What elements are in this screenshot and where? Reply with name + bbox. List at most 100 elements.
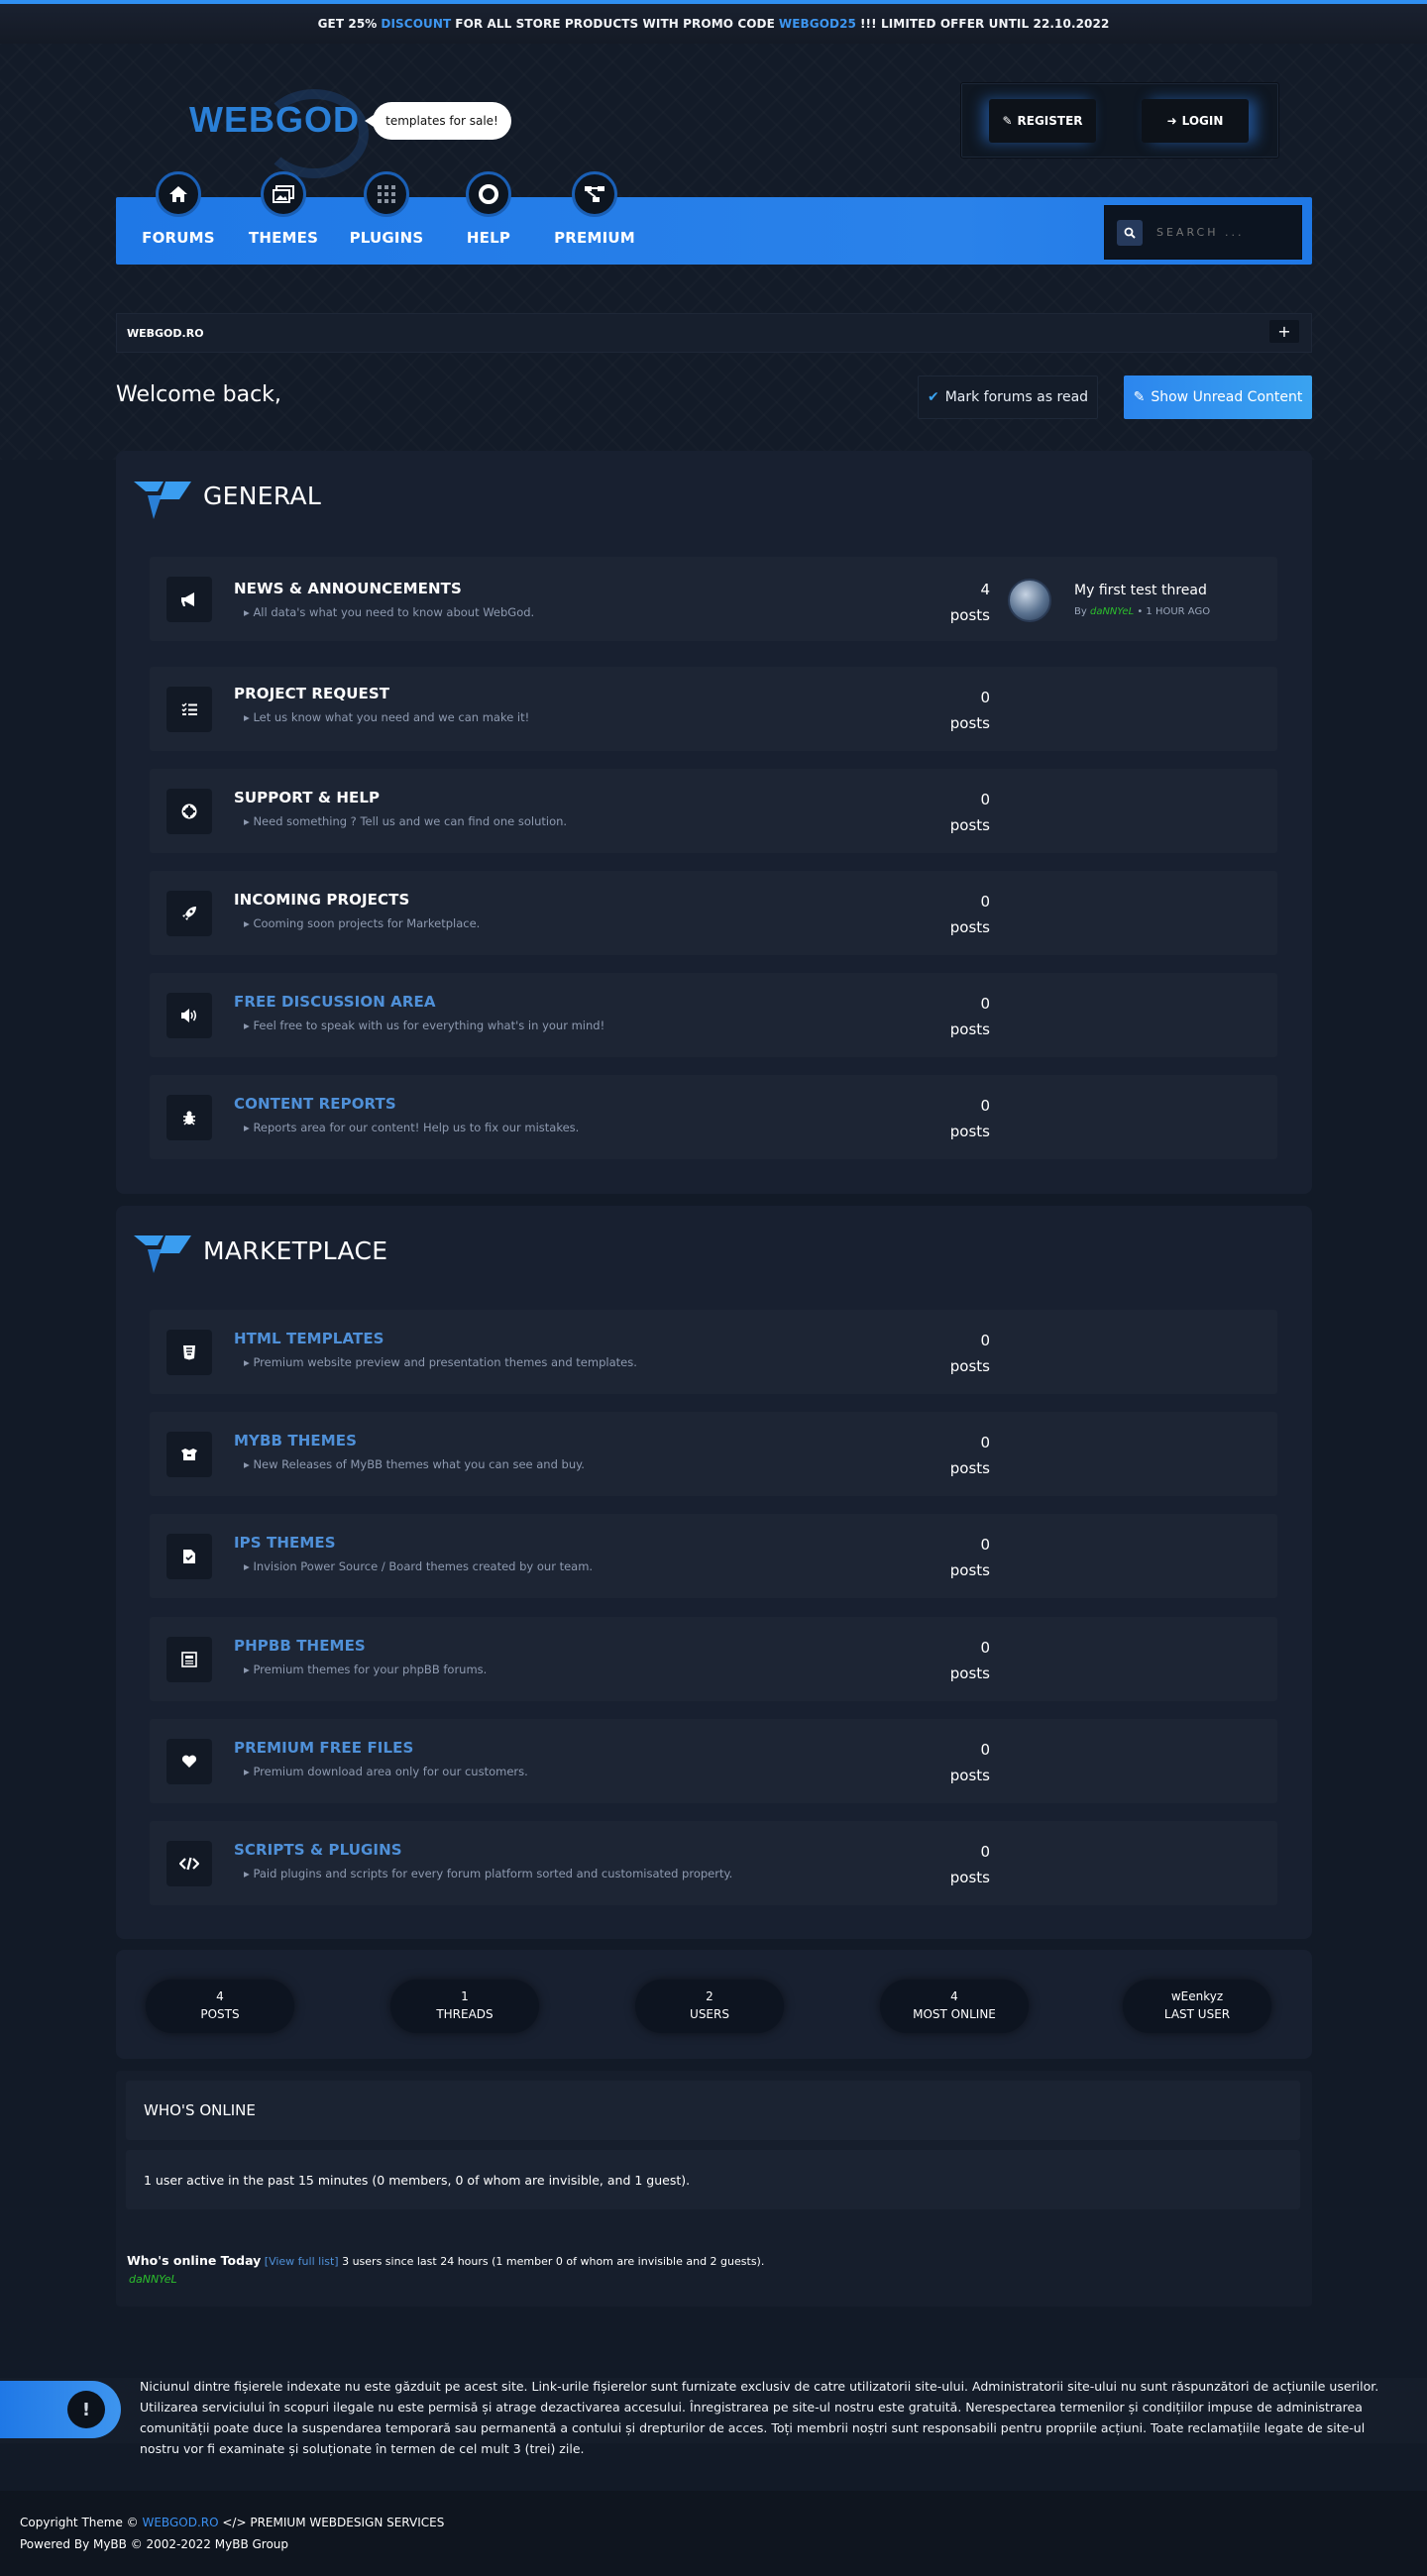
forum-row: IPS THEMES Invision Power Source / Board…: [150, 1514, 1277, 1598]
sitemap-icon: [572, 171, 617, 217]
count-unit: posts: [949, 816, 990, 834]
forum-description: Invision Power Source / Board themes cre…: [244, 1559, 593, 1573]
category-title[interactable]: GENERAL: [203, 482, 321, 510]
support-icon: [166, 789, 212, 834]
count-value: 0: [980, 1097, 990, 1115]
nav-label: PREMIUM: [554, 229, 635, 247]
last-post-by: By: [1074, 606, 1087, 617]
forum-title-link[interactable]: PROJECT REQUEST: [234, 685, 389, 702]
forum-title-link[interactable]: MYBB THEMES: [234, 1432, 357, 1449]
stat-value[interactable]: wEenkyz: [1123, 1987, 1271, 2005]
login-button[interactable]: ➜ LOGIN: [1142, 99, 1249, 143]
forum-post-count: 0 posts: [903, 1328, 990, 1379]
count-unit: posts: [949, 1767, 990, 1784]
last-post-meta: By daNNYeL • 1 HOUR AGO: [1074, 606, 1210, 617]
nav-label: PLUGINS: [349, 229, 424, 247]
forum-row: INCOMING PROJECTS Cooming soon projects …: [150, 871, 1277, 955]
forum-post-count: 0 posts: [903, 1430, 990, 1481]
lifebuoy-icon: [466, 171, 511, 217]
forum-title-link[interactable]: CONTENT REPORTS: [234, 1095, 396, 1113]
forum-title-link[interactable]: PREMIUM FREE FILES: [234, 1739, 413, 1757]
breadcrumb-home-link[interactable]: WEBGOD.RO: [127, 327, 204, 340]
category-title[interactable]: MARKETPLACE: [203, 1236, 387, 1265]
last-post-link[interactable]: My first test thread: [1074, 583, 1207, 598]
mark-forums-read-button[interactable]: ✔ Mark forums as read: [918, 376, 1098, 419]
view-full-list-link[interactable]: View full list: [269, 2255, 334, 2268]
forum-post-count: 0 posts: [903, 991, 990, 1042]
forum-title-link[interactable]: SUPPORT & HELP: [234, 789, 380, 806]
box-icon: [166, 1432, 212, 1477]
forum-title-link[interactable]: PHPBB THEMES: [234, 1637, 366, 1655]
last-post-user[interactable]: daNNYeL: [1090, 606, 1134, 617]
nav-item-forums[interactable]: FORUMS: [129, 171, 228, 247]
forum-description: Need something ? Tell us and we can find…: [244, 814, 567, 828]
category-logo-icon: [132, 478, 191, 525]
forum-post-count: 0 posts: [903, 1839, 990, 1890]
count-value: 0: [980, 689, 990, 706]
speaker-icon: [166, 993, 212, 1038]
forum-description: Cooming soon projects for Marketplace.: [244, 916, 480, 930]
code-icon: [166, 1841, 212, 1886]
nav-item-themes[interactable]: THEMES: [234, 171, 333, 247]
forum-row: HTML TEMPLATES Premium website preview a…: [150, 1310, 1277, 1394]
forum-title-link[interactable]: HTML TEMPLATES: [234, 1330, 384, 1347]
forum-description: All data's what you need to know about W…: [244, 605, 534, 619]
check-icon: ✔: [927, 389, 939, 405]
search-input[interactable]: [1156, 226, 1285, 239]
key-icon: ✎: [1002, 114, 1013, 128]
stat-label: LAST USER: [1163, 2007, 1231, 2021]
stat-users: 2 USERS: [635, 1980, 784, 2033]
site-link[interactable]: WEBGOD.RO: [142, 2516, 218, 2529]
forum-row: PREMIUM FREE FILES Premium download area…: [150, 1719, 1277, 1803]
search-box: [1104, 205, 1302, 260]
whos-online-active: 1 user active in the past 15 minutes (0 …: [126, 2150, 1300, 2209]
count-unit: posts: [949, 606, 990, 624]
forum-title-link[interactable]: NEWS & ANNOUNCEMENTS: [234, 580, 462, 597]
disclaimer-text: Niciunul dintre fișierele indexate nu es…: [140, 2379, 1379, 2456]
whos-online-title: WHO'S ONLINE: [126, 2081, 1300, 2140]
forum-title-link[interactable]: SCRIPTS & PLUGINS: [234, 1841, 402, 1859]
show-unread-button[interactable]: ✎ Show Unread Content: [1124, 376, 1312, 419]
mark-read-label: Mark forums as read: [944, 389, 1089, 405]
footer-powered-by: Powered By MyBB © 2002-2022 MyBB Group: [20, 2537, 289, 2551]
copyright-text: Copyright Theme ©: [20, 2516, 139, 2529]
count-value: 0: [980, 1843, 990, 1861]
stat-threads: 1 THREADS: [390, 1980, 539, 2033]
forum-row: CONTENT REPORTS Reports area for our con…: [150, 1075, 1277, 1159]
newspaper-icon: [166, 1637, 212, 1682]
count-unit: posts: [949, 714, 990, 732]
count-unit: posts: [949, 1357, 990, 1375]
promo-code: WEBGOD25: [778, 17, 856, 31]
breadcrumb: WEBGOD.RO: [116, 313, 1312, 353]
whos-online-today: Who's online Today [View full list] 3 us…: [127, 2253, 764, 2268]
forum-title-link[interactable]: IPS THEMES: [234, 1534, 336, 1552]
search-icon[interactable]: [1117, 219, 1143, 246]
edit-icon: ✎: [1133, 389, 1146, 405]
count-value: 0: [980, 995, 990, 1013]
nav-item-plugins[interactable]: PLUGINS: [337, 171, 436, 247]
register-button[interactable]: ✎ REGISTER: [989, 99, 1096, 143]
footer: [0, 2491, 1427, 2576]
stat-label: USERS: [690, 2007, 729, 2021]
site-logo[interactable]: WEBGOD: [189, 99, 360, 141]
today-user-link[interactable]: daNNYeL: [129, 2273, 177, 2286]
forum-title-link[interactable]: FREE DISCUSSION AREA: [234, 993, 436, 1011]
promo-discount: DISCOUNT: [381, 17, 452, 31]
expand-plus-button[interactable]: +: [1269, 320, 1299, 343]
nav-label: THEMES: [248, 229, 319, 247]
show-unread-label: Show Unread Content: [1151, 389, 1303, 405]
plus-icon: +: [1277, 322, 1291, 341]
file-icon: [166, 1534, 212, 1579]
forum-title-link[interactable]: INCOMING PROJECTS: [234, 891, 409, 909]
forum-row: NEWS & ANNOUNCEMENTS All data's what you…: [150, 557, 1277, 641]
megaphone-icon: [166, 577, 212, 622]
grid-icon: [364, 171, 409, 217]
nav-item-help[interactable]: HELP: [439, 171, 538, 247]
login-label: LOGIN: [1181, 114, 1224, 128]
avatar[interactable]: [1008, 579, 1051, 622]
stat-most-online: 4 MOST ONLINE: [880, 1980, 1029, 2033]
forum-description: Let us know what you need and we can mak…: [244, 710, 529, 724]
count-value: 0: [980, 1434, 990, 1451]
forum-description: Feel free to speak with us for everythin…: [244, 1019, 604, 1032]
nav-item-premium[interactable]: PREMIUM: [545, 171, 644, 247]
